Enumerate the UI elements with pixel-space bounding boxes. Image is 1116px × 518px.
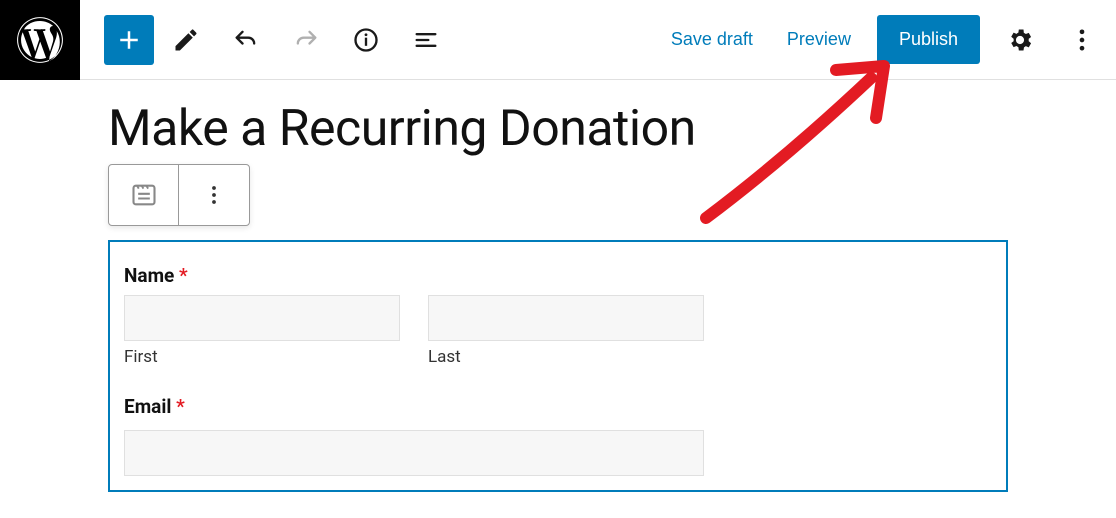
more-options-button[interactable] xyxy=(1060,18,1104,62)
redo-button[interactable] xyxy=(278,12,334,68)
edit-mode-button[interactable] xyxy=(158,12,214,68)
undo-button[interactable] xyxy=(218,12,274,68)
page-title[interactable]: Make a Recurring Donation xyxy=(108,100,1008,158)
last-name-col: Last xyxy=(428,295,704,367)
name-label-text: Name xyxy=(124,264,174,287)
toolbar-left xyxy=(104,12,454,68)
plus-icon xyxy=(114,25,144,55)
save-draft-button[interactable]: Save draft xyxy=(663,19,761,60)
list-view-icon xyxy=(412,26,440,54)
first-name-sublabel: First xyxy=(124,347,400,367)
email-input[interactable] xyxy=(124,430,704,476)
add-block-button[interactable] xyxy=(104,15,154,65)
name-row: First Last xyxy=(124,295,992,367)
outline-button[interactable] xyxy=(398,12,454,68)
gear-icon xyxy=(1006,26,1034,54)
editor-topbar: Save draft Preview Publish xyxy=(0,0,1116,80)
undo-icon xyxy=(232,26,260,54)
form-block[interactable]: Name * First Last Email * xyxy=(108,240,1008,492)
email-label-text: Email xyxy=(124,395,171,418)
publish-button[interactable]: Publish xyxy=(877,15,980,64)
block-more-button[interactable] xyxy=(179,165,249,225)
last-name-sublabel: Last xyxy=(428,347,704,367)
settings-button[interactable] xyxy=(998,18,1042,62)
wordpress-icon xyxy=(15,15,65,65)
required-indicator: * xyxy=(179,264,188,287)
name-label: Name * xyxy=(124,264,992,287)
info-button[interactable] xyxy=(338,12,394,68)
wordpress-logo[interactable] xyxy=(0,0,80,80)
form-icon xyxy=(130,181,158,209)
more-vertical-icon xyxy=(200,181,228,209)
toolbar-right: Save draft Preview Publish xyxy=(663,15,1104,64)
preview-button[interactable]: Preview xyxy=(779,19,859,60)
redo-icon xyxy=(292,26,320,54)
last-name-input[interactable] xyxy=(428,295,704,341)
email-label: Email * xyxy=(124,395,992,418)
editor-content: Make a Recurring Donation Name * First xyxy=(0,80,1116,492)
more-vertical-icon xyxy=(1068,26,1096,54)
first-name-input[interactable] xyxy=(124,295,400,341)
block-type-button[interactable] xyxy=(109,165,179,225)
pencil-icon xyxy=(172,26,200,54)
info-icon xyxy=(352,26,380,54)
first-name-col: First xyxy=(124,295,400,367)
block-toolbar xyxy=(108,164,250,226)
required-indicator: * xyxy=(176,395,185,418)
